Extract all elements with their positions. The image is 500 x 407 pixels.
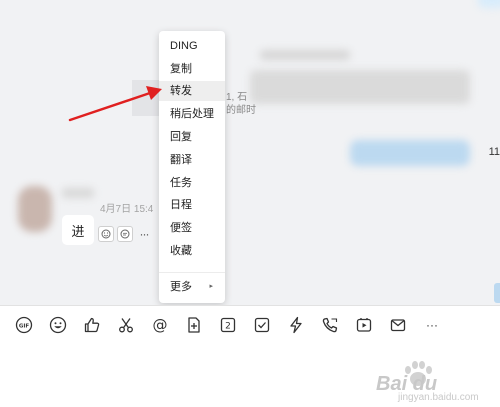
menu-item-translate[interactable]: 翻译: [159, 150, 225, 170]
ding-icon-text: 2: [225, 322, 231, 332]
message-header-blurred: [260, 50, 350, 60]
message-bubble-blurred: [478, 0, 500, 8]
more-icon[interactable]: ···: [420, 314, 444, 336]
more-actions-icon[interactable]: ···: [136, 226, 152, 242]
message-peek-number: 11: [488, 146, 500, 158]
comment-icon[interactable]: [117, 226, 133, 242]
menu-item-forward[interactable]: 转发: [159, 81, 225, 101]
side-tab: [494, 283, 500, 303]
emoji-icon[interactable]: [46, 314, 70, 336]
menu-divider: [159, 272, 225, 273]
compose-area[interactable]: GIF @ 2 ··· Bai du jingyan.baidu.com: [0, 305, 500, 407]
message-actions: ···: [98, 226, 152, 242]
context-menu: DING 复制 转发 稍后处理 回复 翻译 任务 日程 便签 收藏 更多 ▸: [159, 31, 225, 303]
message-timestamp: 4月7日 15:4: [100, 204, 154, 215]
message-bubble[interactable]: 进: [62, 215, 94, 245]
menu-item-copy[interactable]: 复制: [159, 59, 225, 79]
checkbox-icon[interactable]: [250, 314, 274, 336]
add-file-icon[interactable]: [182, 314, 206, 336]
avatar[interactable]: [18, 186, 52, 232]
message-peek-text: 的邮时: [226, 105, 256, 116]
menu-item-notes[interactable]: 便签: [159, 218, 225, 238]
message-bubble-blurred: [350, 140, 470, 166]
menu-item-favorite[interactable]: 收藏: [159, 241, 225, 261]
message-text: 进: [71, 223, 85, 239]
lightning-icon[interactable]: [284, 314, 308, 336]
chat-area: 1, 石 的邮时 11 4月7日 15:4 进 ···: [0, 0, 500, 305]
menu-item-more-label: 更多: [170, 281, 192, 293]
mail-icon[interactable]: [386, 314, 410, 336]
menu-item-ding[interactable]: DING: [159, 36, 225, 56]
sender-name-blurred: [62, 188, 94, 198]
emoji-reaction-icon[interactable]: [98, 226, 114, 242]
phone-icon[interactable]: [318, 314, 342, 336]
menu-item-schedule[interactable]: 日程: [159, 195, 225, 215]
menu-item-more[interactable]: 更多 ▸: [159, 277, 225, 297]
menu-item-reply[interactable]: 回复: [159, 127, 225, 147]
mention-icon[interactable]: @: [148, 314, 172, 336]
message-bubble-blurred: [250, 70, 470, 104]
ding-icon[interactable]: 2: [216, 314, 240, 336]
watermark-subtext: jingyan.baidu.com: [398, 392, 479, 403]
submenu-arrow-icon: ▸: [209, 283, 213, 290]
video-icon[interactable]: [352, 314, 376, 336]
gif-icon-text: GIF: [19, 323, 30, 329]
thumbs-up-icon[interactable]: [80, 314, 104, 336]
mention-icon-text: @: [153, 316, 168, 334]
menu-item-handle-later[interactable]: 稍后处理: [159, 104, 225, 124]
menu-item-task[interactable]: 任务: [159, 173, 225, 193]
scissors-icon[interactable]: [114, 314, 138, 336]
gif-icon[interactable]: GIF: [12, 314, 36, 336]
watermark-logo: Bai du jingyan.baidu.com: [354, 359, 494, 403]
